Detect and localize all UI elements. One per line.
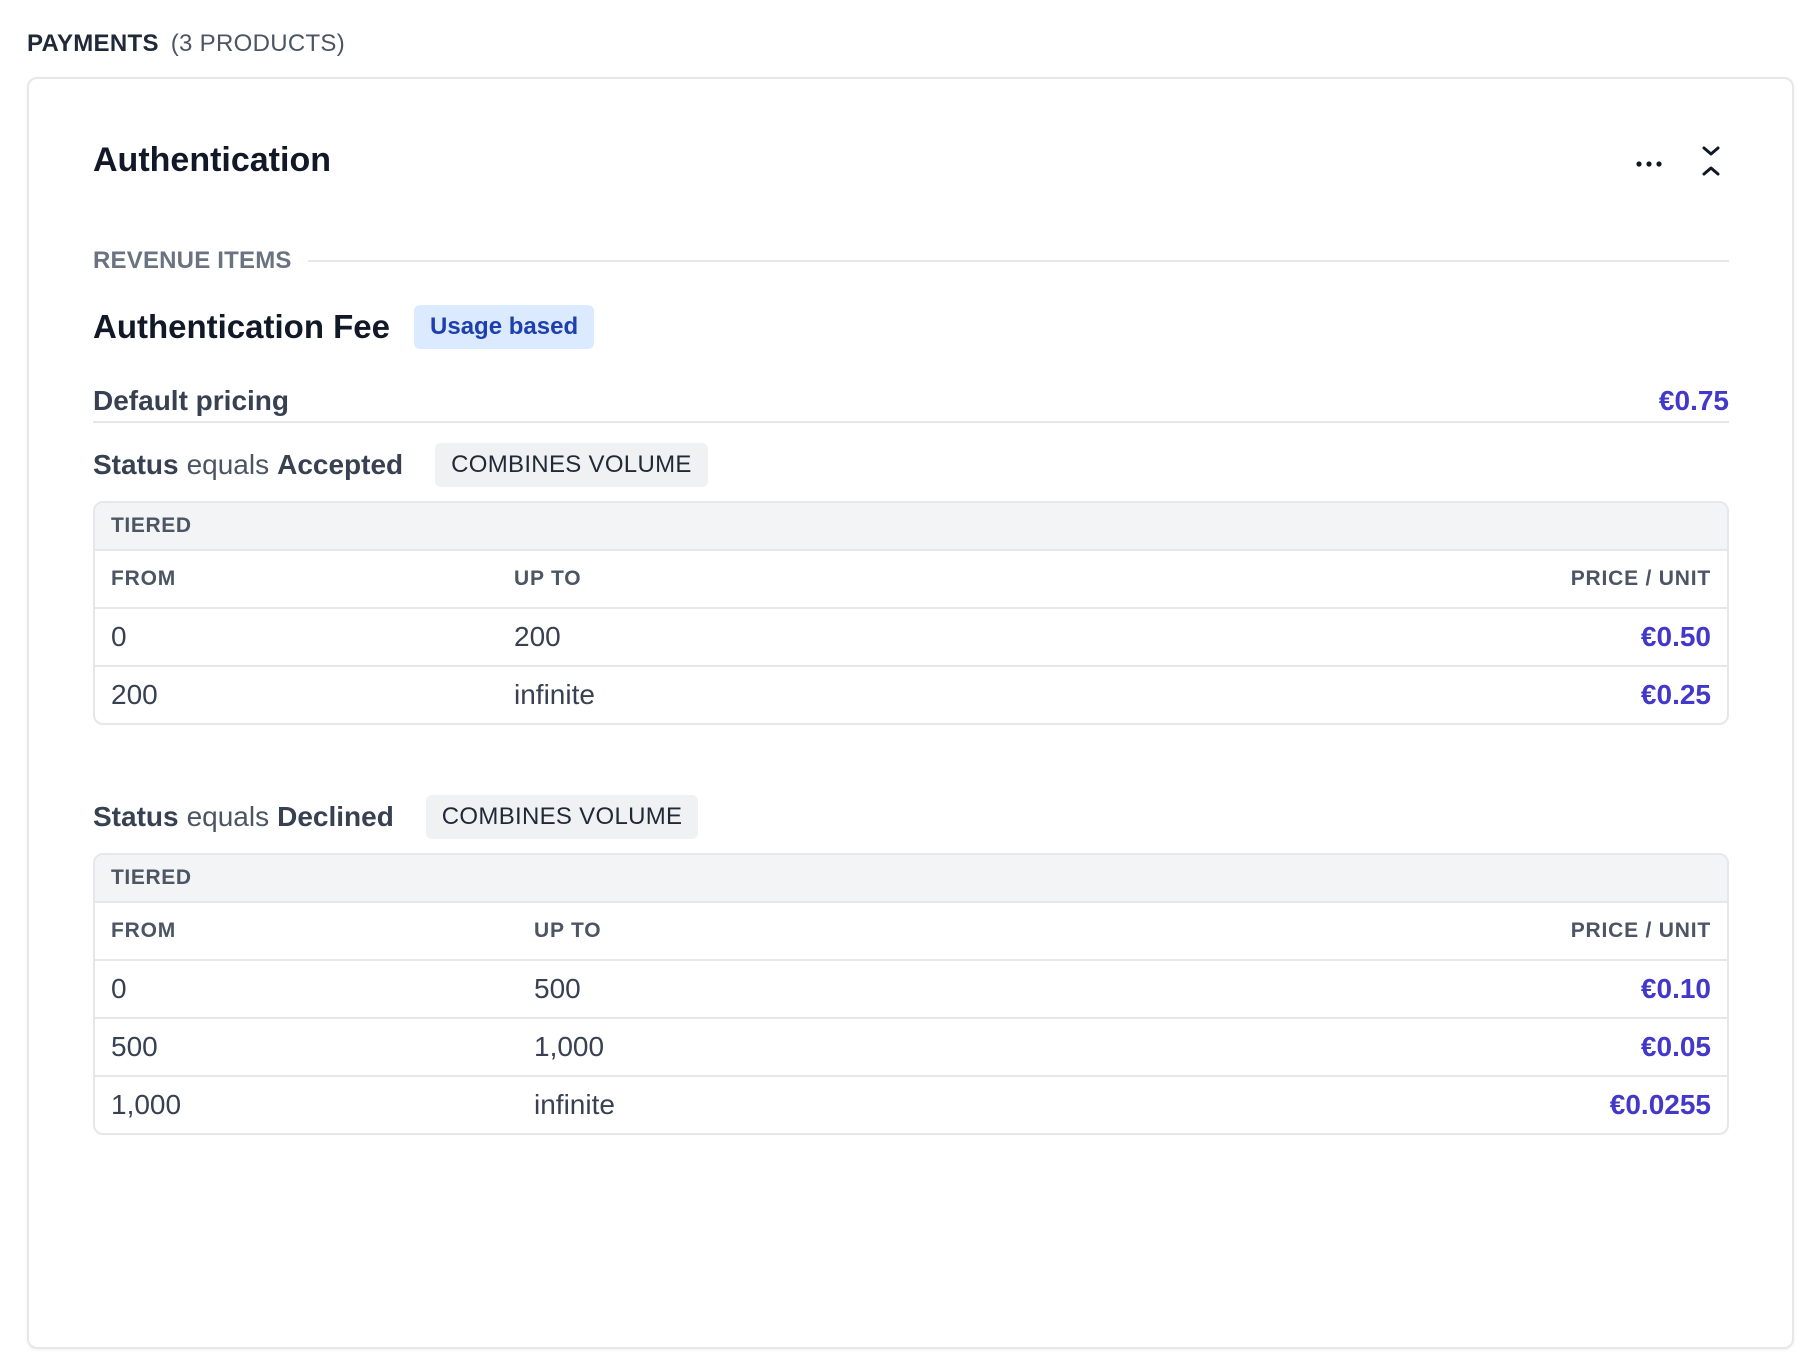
column-header-from: FROM: [111, 567, 177, 590]
tier-price: €0.05: [1640, 1031, 1711, 1062]
condition-operator: equals: [186, 449, 270, 480]
product-card: Authentication REVENUE ITEMS Authenticat…: [27, 77, 1794, 1349]
tier-price: €0.10: [1640, 973, 1711, 1004]
column-header-price: PRICE / UNIT: [1570, 919, 1711, 942]
default-pricing-row: Default pricing €0.75: [93, 385, 1729, 417]
table-title: TIERED: [95, 855, 1727, 903]
collapse-button[interactable]: [1691, 143, 1731, 183]
revenue-item-name: Authentication Fee: [93, 308, 391, 345]
combines-volume-badge: COMBINES VOLUME: [425, 795, 699, 839]
table-row: 0 200 €0.50: [95, 609, 1727, 667]
tier-price: €0.50: [1640, 621, 1711, 652]
condition-field: Status: [93, 449, 179, 480]
table-row: 1,000 infinite €0.0255: [95, 1077, 1727, 1133]
condition-field: Status: [93, 801, 179, 832]
tier-price: €0.0255: [1609, 1089, 1711, 1120]
rule-condition: Status equals Accepted COMBINES VOLUME: [93, 443, 708, 487]
tier-from: 1,000: [111, 1089, 182, 1120]
column-header-up-to: UP TO: [514, 567, 582, 590]
tier-from: 0: [111, 973, 127, 1004]
tier-price: €0.25: [1640, 679, 1711, 710]
more-options-button[interactable]: [1627, 143, 1671, 183]
usage-based-badge: Usage based: [414, 305, 595, 349]
collapse-chevrons-icon: [1701, 145, 1721, 182]
tier-up-to: infinite: [534, 1089, 615, 1120]
more-horizontal-icon: [1636, 154, 1662, 172]
default-price: €0.75: [1658, 385, 1729, 416]
section-header: PAYMENTS (3 PRODUCTS): [27, 28, 345, 60]
tiered-pricing-table: TIERED FROM UP TO PRICE / UNIT 0 500 €0.…: [93, 853, 1729, 1135]
tier-from: 0: [111, 621, 127, 652]
table-row: 500 1,000 €0.05: [95, 1019, 1727, 1077]
table-title: TIERED: [95, 503, 1727, 551]
tier-from: 200: [111, 679, 158, 710]
column-header-up-to: UP TO: [534, 919, 602, 942]
table-header-row: FROM UP TO PRICE / UNIT: [95, 903, 1727, 961]
tier-up-to: 500: [534, 973, 581, 1004]
revenue-items-divider: REVENUE ITEMS: [93, 247, 1729, 275]
table-row: 0 500 €0.10: [95, 961, 1727, 1019]
tiered-pricing-table: TIERED FROM UP TO PRICE / UNIT 0 200 €0.…: [93, 501, 1729, 725]
column-header-price: PRICE / UNIT: [1570, 567, 1711, 590]
tier-up-to: 200: [514, 621, 561, 652]
divider-line: [307, 260, 1729, 262]
condition-value: Declined: [277, 801, 394, 832]
condition-value: Accepted: [277, 449, 404, 480]
product-title: Authentication: [93, 141, 331, 179]
tier-up-to: 1,000: [534, 1031, 605, 1062]
rule-condition: Status equals Declined COMBINES VOLUME: [93, 795, 699, 839]
section-product-count: (3 PRODUCTS): [170, 30, 346, 57]
default-pricing-label: Default pricing: [93, 385, 290, 416]
revenue-items-label: REVENUE ITEMS: [93, 247, 292, 274]
combines-volume-badge: COMBINES VOLUME: [435, 443, 708, 487]
condition-operator: equals: [186, 801, 270, 832]
column-header-from: FROM: [111, 919, 177, 942]
revenue-item-header: Authentication Fee Usage based: [93, 305, 595, 349]
section-divider: [93, 421, 1729, 423]
tier-from: 500: [111, 1031, 158, 1062]
section-title: PAYMENTS: [27, 30, 159, 57]
tier-up-to: infinite: [514, 679, 595, 710]
table-row: 200 infinite €0.25: [95, 667, 1727, 723]
table-header-row: FROM UP TO PRICE / UNIT: [95, 551, 1727, 609]
